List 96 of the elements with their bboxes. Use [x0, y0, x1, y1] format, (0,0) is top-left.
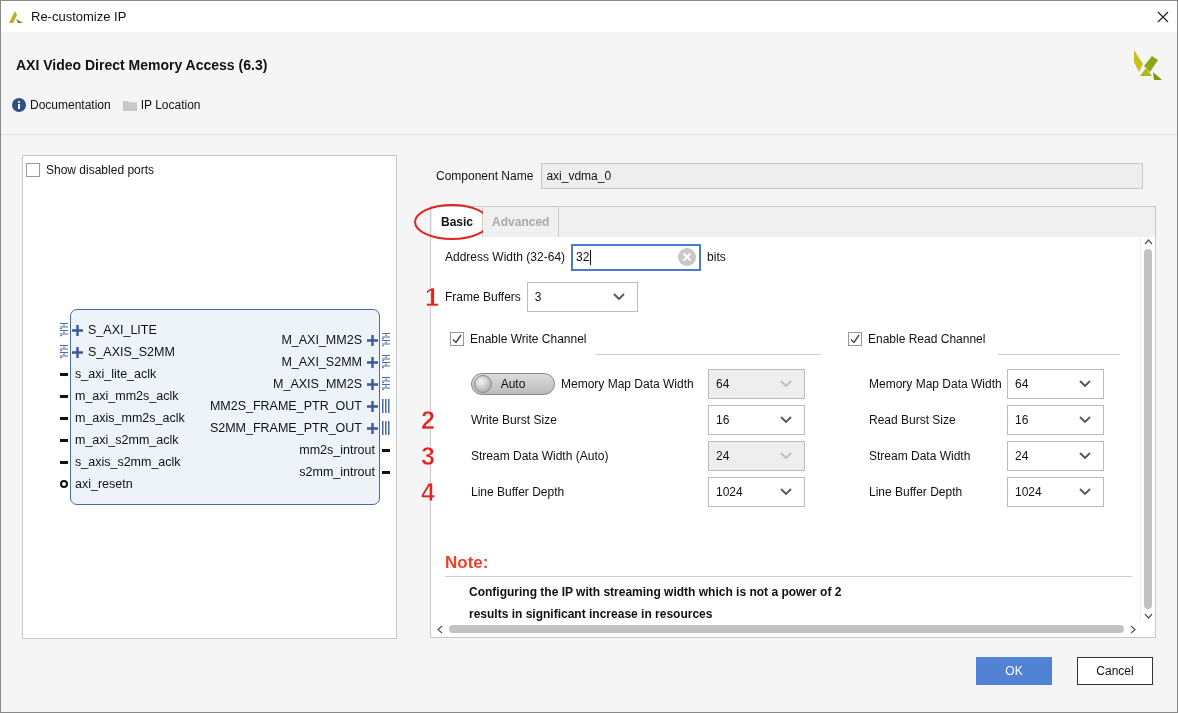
bus-connector-icon	[60, 323, 68, 337]
dropdown[interactable]: 1024	[708, 477, 805, 507]
port-label: axi_resetn	[75, 477, 133, 491]
wire-connector-icon	[60, 372, 68, 376]
close-icon[interactable]	[1157, 10, 1169, 23]
annotation-number: 4	[421, 477, 435, 507]
bus-connector-icon	[382, 333, 390, 347]
port-label: mm2s_introut	[299, 443, 375, 457]
app-logo-icon	[9, 10, 23, 23]
checkbox[interactable]	[26, 163, 40, 177]
cancel-button[interactable]: Cancel	[1077, 657, 1153, 685]
annotation-number: 1	[425, 282, 439, 312]
dropdown[interactable]: 64	[1007, 369, 1104, 399]
port-label: S2MM_FRAME_PTR_OUT	[209, 421, 362, 435]
port-label: M_AXI_S2MM	[281, 355, 362, 369]
field-label: Component Name	[436, 169, 534, 183]
chevron-down-icon	[1079, 452, 1091, 460]
field-label: Read Burst Size	[869, 413, 956, 427]
dropdown[interactable]: 3	[526, 282, 638, 312]
dropdown[interactable]: 16	[708, 405, 805, 435]
scroll-up-icon[interactable]	[1143, 239, 1153, 245]
inverted-connector-icon	[60, 480, 68, 488]
bus-connector-icon	[60, 345, 68, 359]
link[interactable]: Documentation	[12, 98, 111, 112]
note-text: Configuring the IP with streaming width which is not a power of 2	[469, 585, 843, 599]
ok-button[interactable]: OK	[976, 657, 1052, 685]
vector-connector-icon	[382, 421, 390, 435]
port-label: s_axi_lite_aclk	[75, 367, 157, 381]
checkbox-label: Show disabled ports	[46, 163, 155, 177]
folder-icon	[122, 99, 137, 111]
scroll-left-icon[interactable]	[437, 624, 443, 634]
wire-connector-icon	[60, 438, 68, 442]
checkbox-label: Enable Write Channel	[470, 332, 587, 346]
checkbox-label: Enable Read Channel	[868, 332, 986, 346]
plus-icon[interactable]	[367, 400, 378, 412]
field-label: Memory Map Data Width	[561, 377, 694, 391]
vector-connector-icon	[382, 399, 390, 413]
chevron-down-icon	[1079, 488, 1091, 496]
tab[interactable]: Basic	[432, 207, 484, 237]
checkbox[interactable]	[848, 332, 862, 346]
plus-icon[interactable]	[367, 334, 378, 346]
field-label: Write Burst Size	[471, 413, 557, 427]
link[interactable]: IP Location	[122, 98, 201, 112]
field-label: Memory Map Data Width	[869, 377, 1002, 391]
wire-connector-icon	[60, 394, 68, 398]
chevron-down-icon	[1079, 380, 1091, 388]
port-label: M_AXI_MM2S	[281, 333, 362, 347]
field-label: Stream Data Width (Auto)	[471, 449, 609, 463]
field-label: Line Buffer Depth	[869, 485, 963, 499]
dropdown[interactable]: 1024	[1007, 477, 1104, 507]
wire-connector-icon	[60, 460, 68, 464]
unit-label: bits	[707, 250, 726, 264]
annotation-number: 3	[421, 441, 435, 471]
port-label: m_axi_mm2s_aclk	[75, 389, 179, 403]
window-title: Re-customize IP	[31, 9, 127, 24]
chevron-down-icon	[780, 488, 792, 496]
scroll-right-icon[interactable]	[1130, 624, 1136, 634]
bus-connector-icon	[382, 355, 390, 369]
field-label: Line Buffer Depth	[471, 485, 565, 499]
chevron-down-icon	[1079, 416, 1091, 424]
port-label: M_AXIS_MM2S	[273, 377, 362, 391]
port-label: m_axi_s2mm_aclk	[75, 433, 179, 447]
vertical-scrollbar[interactable]	[1140, 237, 1155, 621]
chevron-down-icon	[780, 380, 792, 388]
field-label: Stream Data Width	[869, 449, 971, 463]
address-width-field[interactable]: 32	[571, 243, 702, 271]
scroll-down-icon[interactable]	[1143, 613, 1153, 619]
component-name-field[interactable]: axi_vdma_0	[541, 163, 1144, 189]
wire-connector-icon	[60, 416, 68, 420]
plus-icon[interactable]	[367, 422, 378, 434]
wire-connector-icon	[382, 470, 390, 474]
chevron-down-icon	[780, 452, 792, 460]
port-label: m_axis_mm2s_aclk	[75, 411, 185, 425]
ip-title: AXI Video Direct Memory Access (6.3)	[16, 57, 269, 73]
field-label: Frame Buffers	[445, 290, 521, 304]
chevron-down-icon	[780, 416, 792, 424]
field-label: Address Width (32-64)	[445, 250, 566, 264]
port-label: MM2S_FRAME_PTR_OUT	[209, 399, 362, 413]
note-title: Note:	[445, 553, 1132, 577]
port-label: s2mm_introut	[299, 465, 375, 479]
note-text: results in significant increase in resources	[469, 607, 714, 621]
port-label: S_AXI_LITE	[88, 323, 157, 337]
annotation-number: 2	[421, 405, 435, 435]
checkbox[interactable]	[450, 332, 464, 346]
plus-icon[interactable]	[367, 378, 378, 390]
dropdown[interactable]: 24	[1007, 441, 1104, 471]
info-icon	[12, 98, 26, 112]
wire-connector-icon	[382, 448, 390, 452]
port-label: S_AXIS_S2MM	[88, 345, 175, 359]
dropdown[interactable]: 16	[1007, 405, 1104, 435]
plus-icon[interactable]	[72, 324, 83, 336]
port-label: s_axis_s2mm_aclk	[75, 455, 181, 469]
plus-icon[interactable]	[72, 346, 83, 358]
bus-connector-icon	[382, 377, 390, 391]
plus-icon[interactable]	[367, 356, 378, 368]
chevron-down-icon	[612, 293, 625, 301]
